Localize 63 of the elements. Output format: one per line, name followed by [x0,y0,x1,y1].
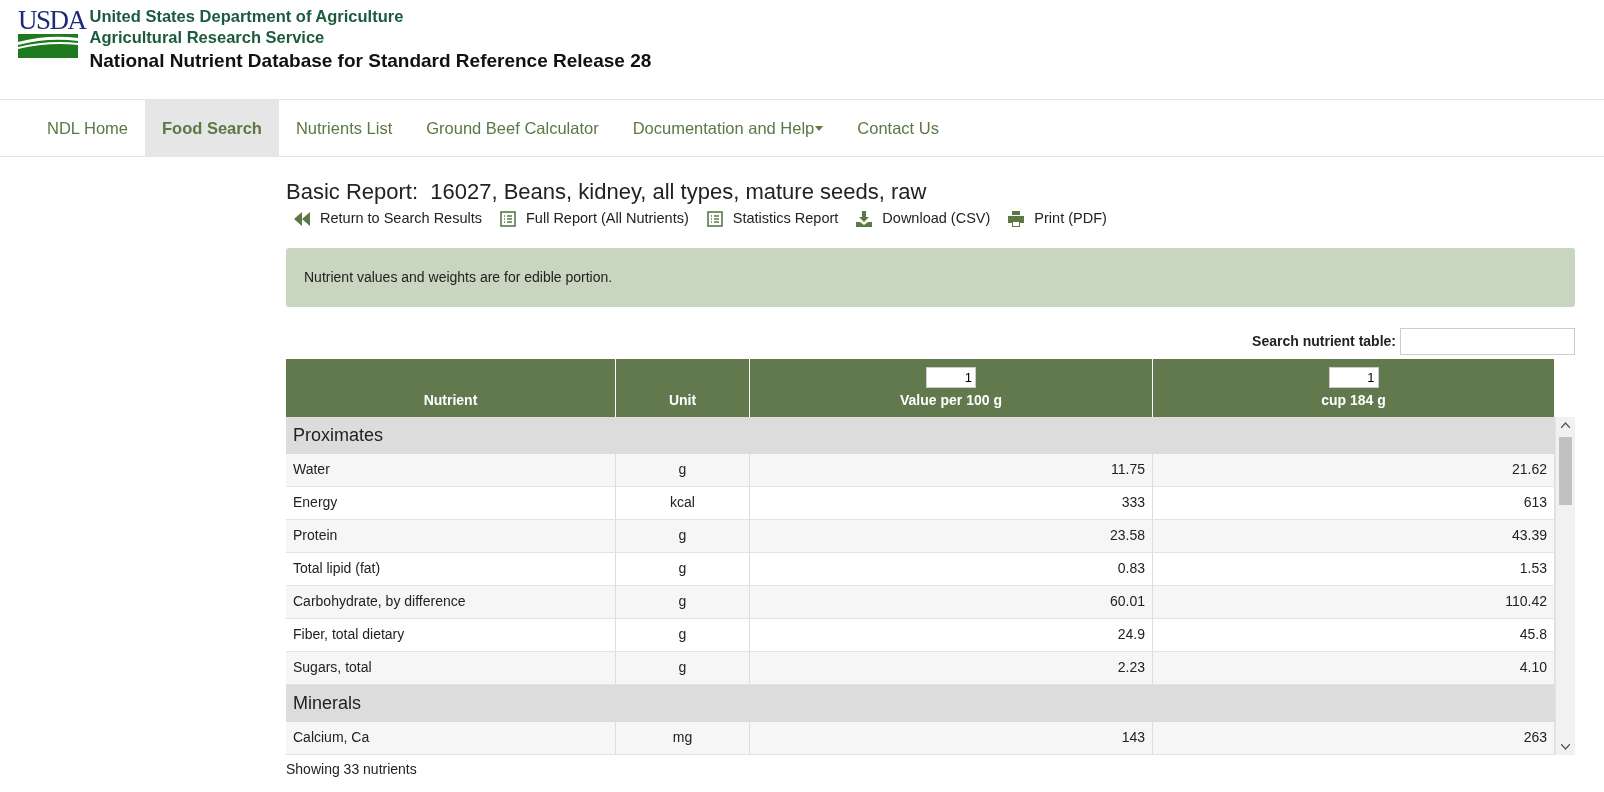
report-link[interactable]: Download (CSV) [882,208,991,230]
scroll-up-icon[interactable] [1561,421,1570,428]
table-cell: 0.83 [750,552,1153,585]
scrollbar[interactable] [1555,416,1575,755]
table-cell: Sugars, total [286,651,616,684]
database-title: National Nutrient Database for Standard Reference Release 28 [89,49,652,73]
table-cell: 333 [750,486,1153,519]
table-cell: 143 [750,721,1153,754]
table-cell: 23.58 [750,519,1153,552]
table-cell: 60.01 [750,585,1153,618]
table-cell: g [616,618,750,651]
group-header: Minerals [286,684,1555,722]
column-header: Value per 100 g [900,390,1002,410]
column-header: Unit [668,390,697,410]
scroll-down-icon[interactable] [1561,743,1570,750]
printer-icon[interactable] [1008,210,1025,227]
report-title: Basic Report: 16027, Beans, kidney, all types, mature seeds, raw [286,179,928,205]
report-link[interactable]: Return to Search Results [320,208,482,230]
nav-link[interactable]: Food Search [145,100,279,157]
quantity-field[interactable]: 1 [1328,366,1379,388]
table-cell: 11.75 [750,453,1153,486]
notice-banner: Nutrient values and weights are for edible portion. [286,247,1575,307]
table-cell: g [616,552,750,585]
nav-link[interactable]: Ground Beef Calculator [409,100,616,157]
column-header: cup 184 g [1321,390,1386,410]
table-cell: 24.9 [750,618,1153,651]
agency-name: United States Department of Agriculture [89,6,405,27]
table-cell: Energy [286,486,616,519]
table-cell: g [616,651,750,684]
table-cell: g [616,519,750,552]
table-cell: 2.23 [750,651,1153,684]
table-cell: g [616,453,750,486]
table-cell: Fiber, total dietary [286,618,616,651]
search-field[interactable] [1400,327,1575,355]
report-link[interactable]: Full Report (All Nutrients) [526,208,689,230]
group-header: Proximates [286,416,1555,454]
table-cell: Carbohydrate, by difference [286,585,616,618]
nav-link[interactable]: Nutrients List [278,100,410,157]
report-link[interactable]: Statistics Report [732,208,839,230]
search-label: Search nutrient table: [1252,331,1396,351]
rewind-icon[interactable] [294,210,310,227]
report-link[interactable]: Print (PDF) [1034,208,1107,230]
nav-link[interactable]: Contact Us [840,100,956,157]
caret-icon [815,126,824,131]
nav-link[interactable]: Documentation and Help [615,100,841,157]
table-cell: Water [286,453,616,486]
nav-link[interactable]: NDL Home [30,100,145,157]
logo-wave-icon [18,34,78,58]
list-icon[interactable] [706,210,723,227]
table-cell: Protein [286,519,616,552]
column-header: Nutrient [423,390,478,410]
download-icon[interactable] [856,210,873,227]
table-cell: g [616,585,750,618]
logo-text: USDA [18,6,86,34]
table-cell: Total lipid (fat) [286,552,616,585]
quantity-field[interactable]: 1 [926,366,976,388]
table-cell: Calcium, Ca [286,721,616,754]
table-cell: kcal [616,486,750,519]
table-cell: mg [616,721,750,754]
scrollbar-thumb[interactable] [1559,436,1572,505]
row-count: Showing 33 nutrients [286,759,418,779]
service-name: Agricultural Research Service [89,27,326,48]
list-icon[interactable] [500,210,516,227]
